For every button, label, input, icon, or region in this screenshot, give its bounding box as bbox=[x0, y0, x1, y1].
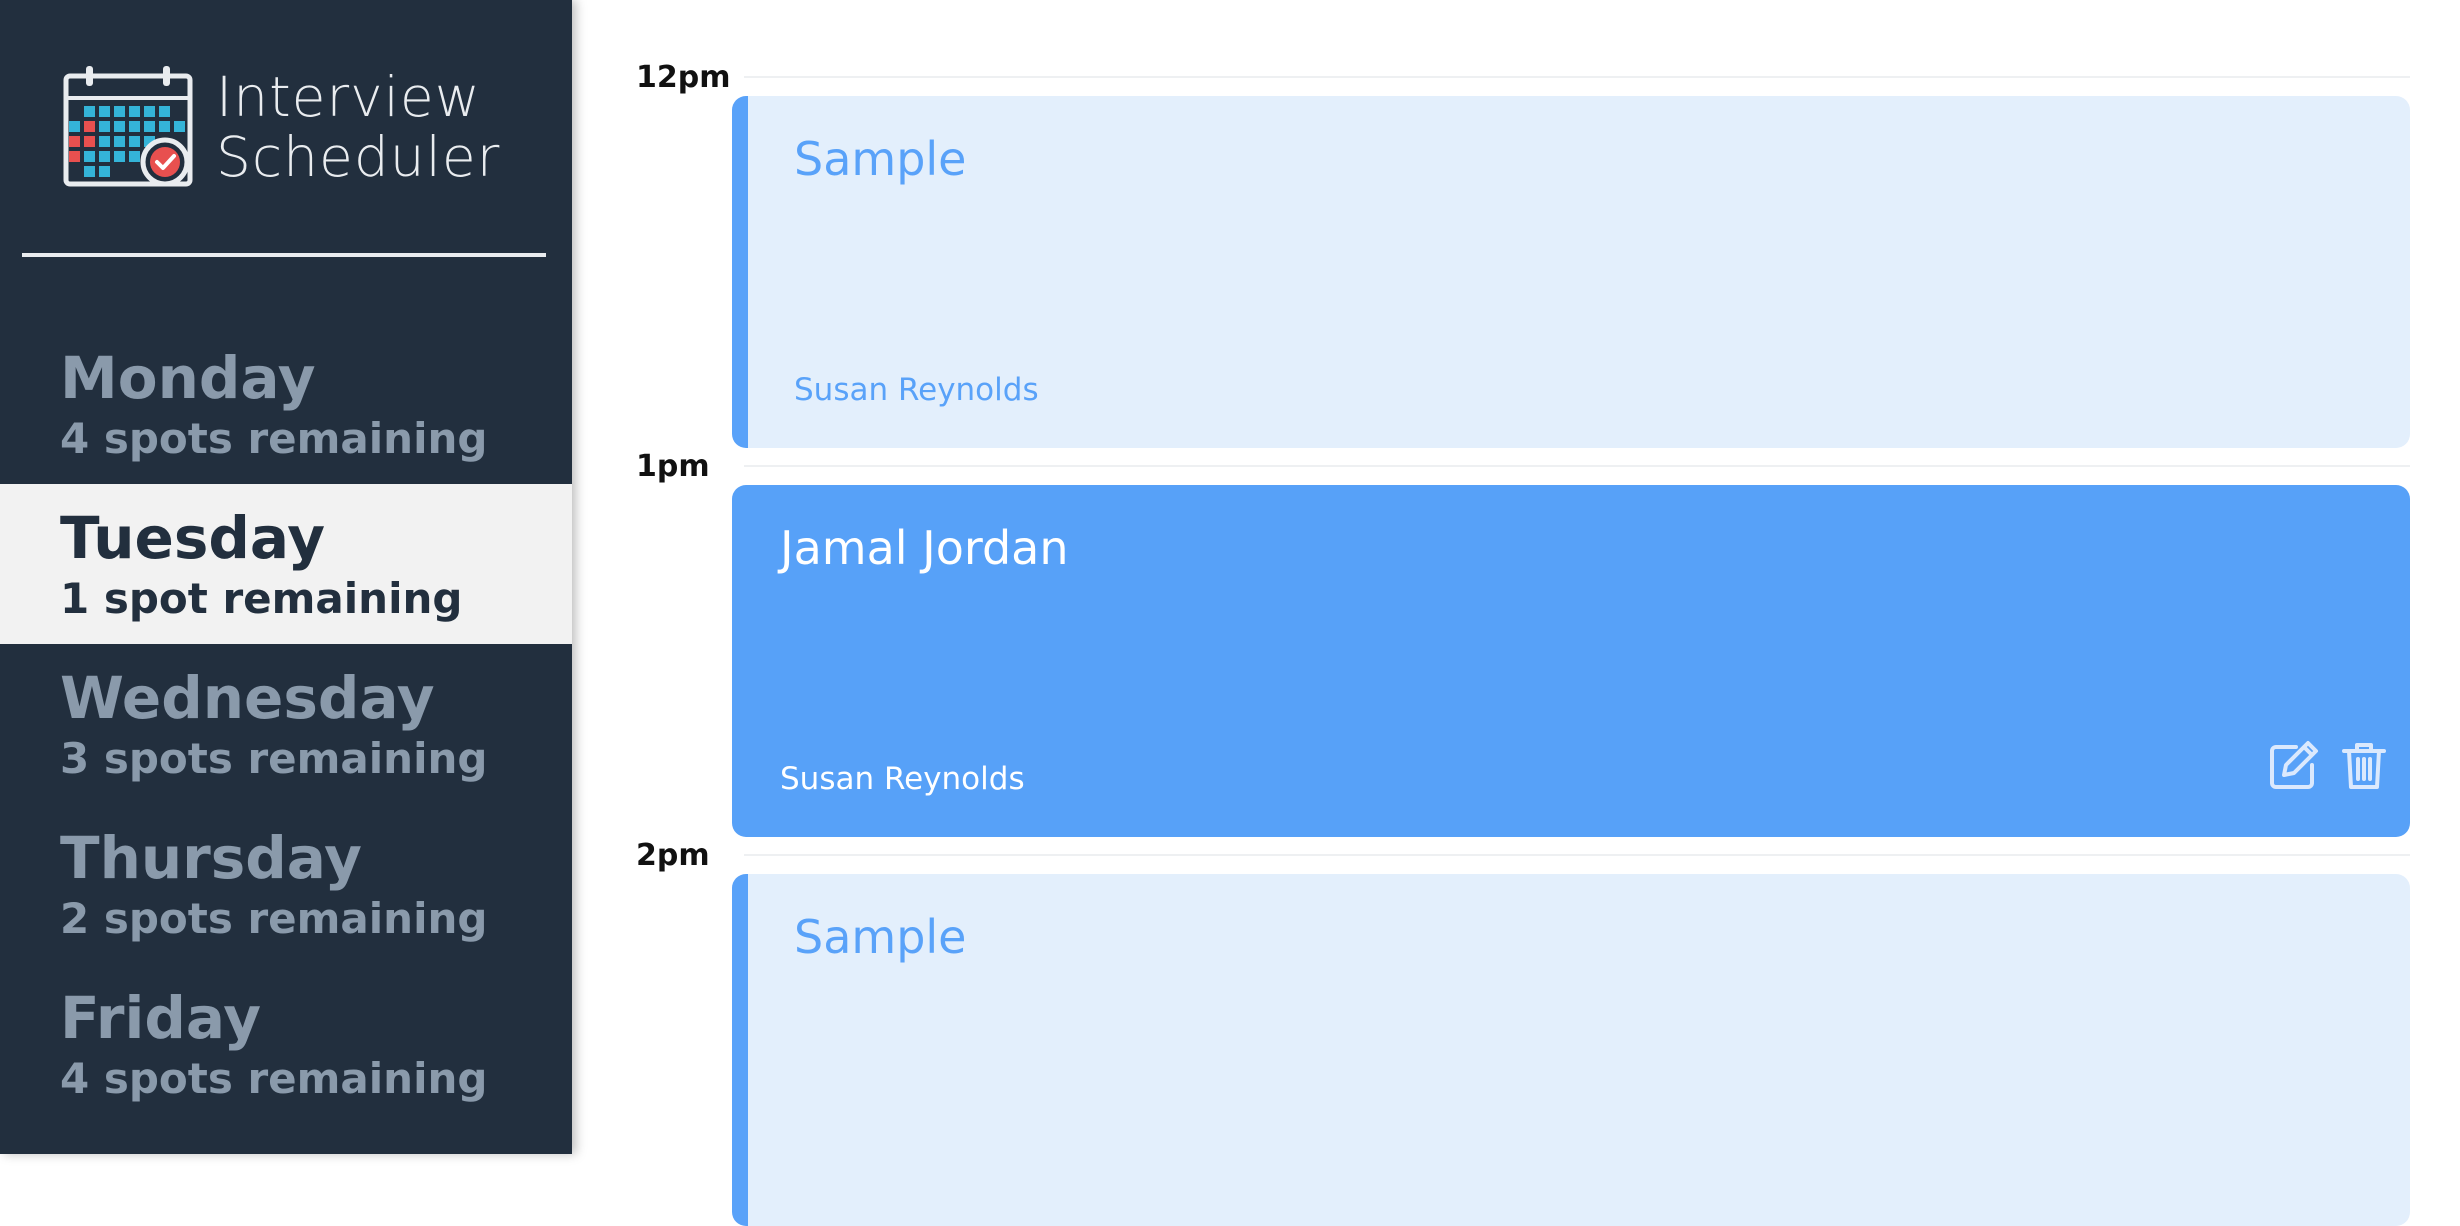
calendar-check-icon bbox=[63, 66, 193, 187]
day-name: Tuesday bbox=[60, 504, 326, 572]
appointment-booked[interactable]: Jamal Jordan Susan Reynolds bbox=[732, 485, 2410, 837]
day-spots-remaining: 1 spot remaining bbox=[60, 574, 463, 623]
appointment-empty[interactable]: Sample Susan Reynolds bbox=[732, 96, 2410, 448]
day-spots-remaining: 4 spots remaining bbox=[60, 414, 488, 463]
day-name: Thursday bbox=[60, 824, 362, 892]
edit-icon bbox=[2270, 741, 2318, 789]
edit-button[interactable] bbox=[2266, 737, 2322, 793]
day-spots-remaining: 2 spots remaining bbox=[60, 894, 488, 943]
day-spots-remaining: 4 spots remaining bbox=[60, 1054, 488, 1103]
appointment-title: Sample bbox=[794, 910, 967, 964]
brand-title-line2: Scheduler bbox=[216, 125, 501, 189]
trash-icon bbox=[2342, 743, 2386, 789]
slot-time: 1pm bbox=[636, 449, 710, 484]
time-slot-2pm: 2pm Sample bbox=[572, 838, 2460, 1226]
schedule: 12pm Sample Susan Reynolds 1pm Jamal Jor… bbox=[572, 0, 2460, 1226]
day-item-monday[interactable]: Monday 4 spots remaining bbox=[0, 324, 572, 484]
day-item-thursday[interactable]: Thursday 2 spots remaining bbox=[0, 804, 572, 964]
appointment-title: Sample bbox=[794, 132, 967, 186]
day-name: Friday bbox=[60, 984, 262, 1052]
slot-divider bbox=[744, 76, 2410, 78]
day-item-friday[interactable]: Friday 4 spots remaining bbox=[0, 964, 572, 1124]
brand-title: Interview Scheduler bbox=[216, 67, 500, 187]
day-name: Monday bbox=[60, 344, 316, 412]
slot-divider bbox=[744, 854, 2410, 856]
slot-time: 2pm bbox=[636, 838, 710, 873]
appointment-actions bbox=[2266, 737, 2392, 793]
time-slot-12pm: 12pm Sample Susan Reynolds bbox=[572, 60, 2460, 466]
appointment-student-name: Jamal Jordan bbox=[780, 521, 1069, 575]
day-spots-remaining: 3 spots remaining bbox=[60, 734, 488, 783]
sidebar: Interview Scheduler Monday 4 spots remai… bbox=[0, 0, 572, 1154]
day-item-wednesday[interactable]: Wednesday 3 spots remaining bbox=[0, 644, 572, 804]
appointment-interviewer: Susan Reynolds bbox=[794, 372, 1039, 408]
day-name: Wednesday bbox=[60, 664, 435, 732]
slot-divider bbox=[744, 465, 2410, 467]
appointment-empty[interactable]: Sample bbox=[732, 874, 2410, 1226]
brand-title-line1: Interview bbox=[216, 65, 481, 129]
day-item-tuesday[interactable]: Tuesday 1 spot remaining bbox=[0, 484, 572, 644]
appointment-interviewer: Susan Reynolds bbox=[780, 761, 1025, 797]
delete-button[interactable] bbox=[2336, 737, 2392, 793]
brand-divider bbox=[22, 253, 546, 257]
time-slot-1pm: 1pm Jamal Jordan Susan Reynolds bbox=[572, 449, 2460, 855]
day-list: Monday 4 spots remaining Tuesday 1 spot … bbox=[0, 324, 572, 1124]
brand: Interview Scheduler bbox=[62, 64, 500, 190]
slot-time: 12pm bbox=[636, 60, 731, 95]
